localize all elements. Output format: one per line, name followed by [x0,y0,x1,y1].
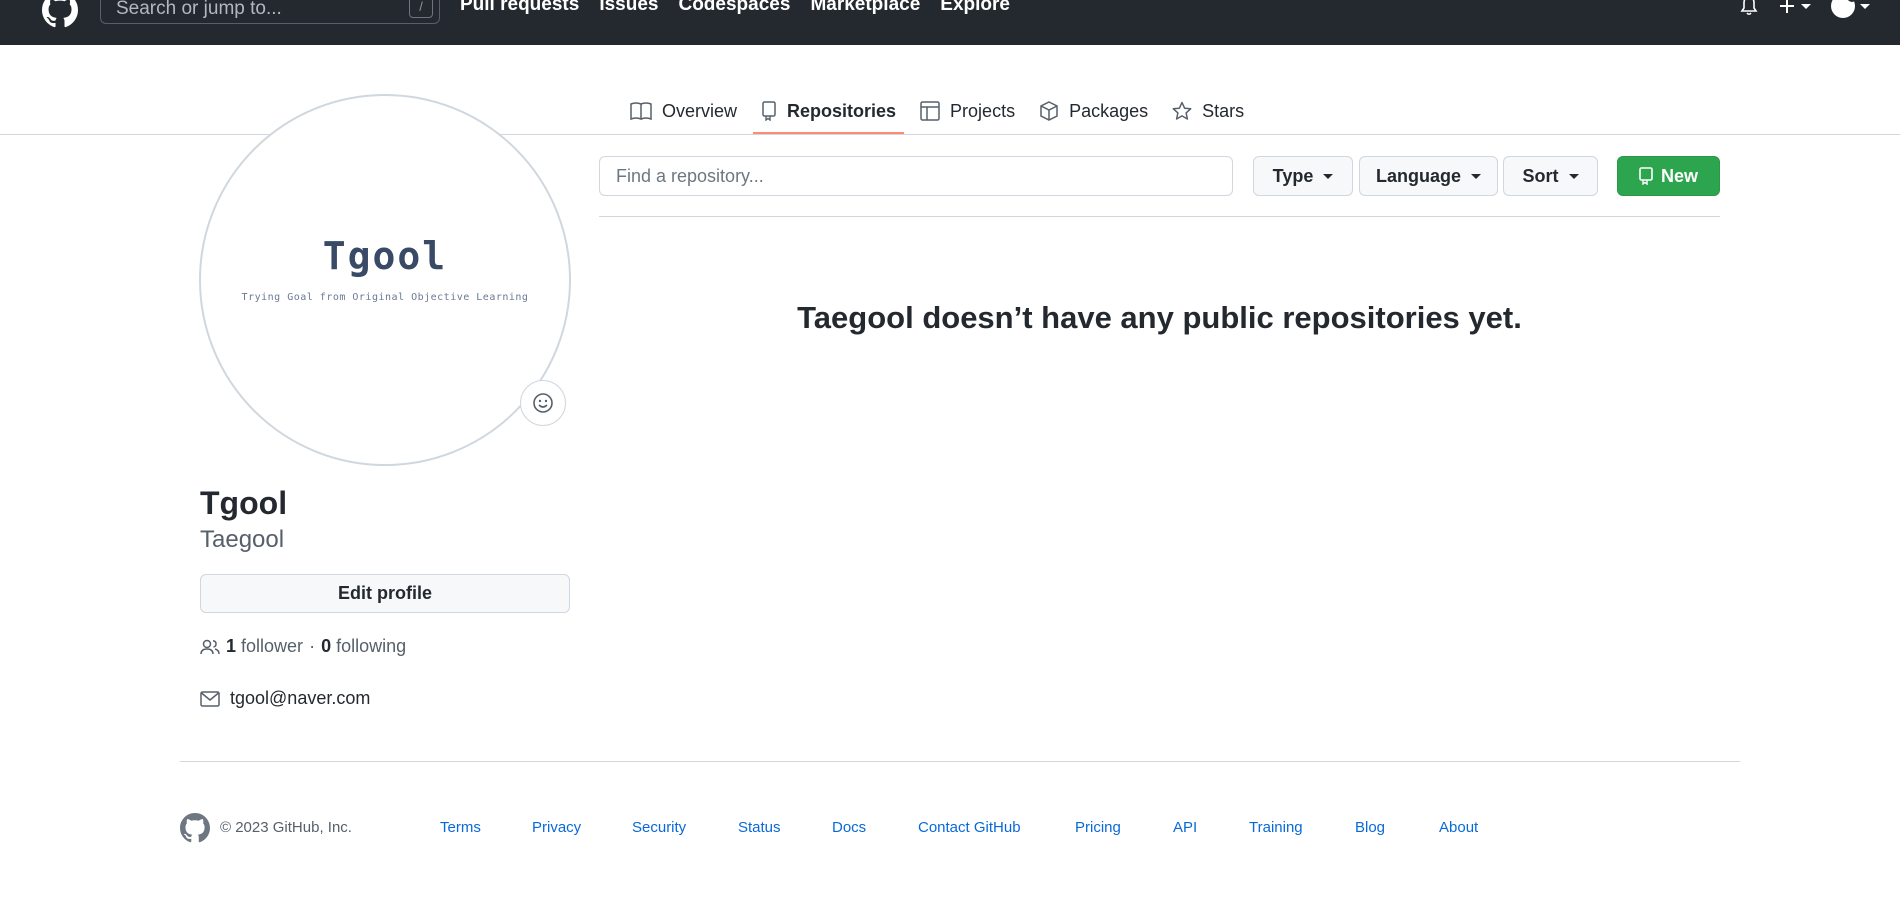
footer-link-security[interactable]: Security [632,819,686,836]
sort-dropdown[interactable]: Sort [1503,156,1598,196]
follow-separator: · [309,636,316,656]
footer-link-privacy[interactable]: Privacy [532,819,581,836]
chevron-down-icon [1568,173,1579,179]
following-label: following [336,636,407,656]
following-link[interactable]: 0 following [321,636,406,657]
tab-stars[interactable]: Stars [1162,88,1254,134]
type-label: Type [1272,165,1314,186]
sort-label: Sort [1522,165,1559,186]
nav-codespaces[interactable]: Codespaces [678,0,790,20]
nav-issues[interactable]: Issues [599,0,658,20]
tab-projects[interactable]: Projects [910,88,1025,134]
language-label: Language [1375,165,1461,186]
plus-icon [1780,0,1794,13]
create-new-menu[interactable] [1778,0,1811,15]
slash-key-hint: / [409,0,433,18]
tab-label: Packages [1069,100,1149,121]
chevron-down-icon [1471,173,1481,179]
smiley-icon [533,393,553,413]
header-nav: Pull requests Issues Codespaces Marketpl… [460,0,1010,20]
table-icon [920,101,940,121]
star-icon [1172,101,1192,120]
user-menu[interactable] [1831,0,1870,18]
footer-link-pricing[interactable]: Pricing [1075,819,1121,836]
nav-marketplace[interactable]: Marketplace [810,0,920,20]
global-header: / Pull requests Issues Codespaces Market… [0,0,1900,45]
tab-label: Stars [1202,100,1245,121]
followers-link[interactable]: 1 follower [226,636,303,657]
footer-divider [180,761,1740,762]
tab-repositories[interactable]: Repositories [751,88,906,134]
set-status-button[interactable] [520,380,566,426]
language-dropdown[interactable]: Language [1359,156,1498,196]
footer-link-docs[interactable]: Docs [832,819,866,836]
profile-email: tgool@naver.com [200,688,370,709]
nav-pull-requests[interactable]: Pull requests [460,0,579,20]
notification-dot [1847,0,1857,2]
repo-icon [1639,167,1653,185]
book-icon [630,102,652,121]
tab-packages[interactable]: Packages [1029,88,1158,134]
footer-link-api[interactable]: API [1173,819,1197,836]
new-label: New [1660,165,1698,186]
followers-label: follower [241,636,304,656]
profile-name: Tgool [200,485,288,521]
package-icon [1040,101,1058,121]
tab-label: Overview [662,100,738,121]
global-search[interactable]: / [100,0,440,24]
avatar-title: Tgool [322,233,448,278]
footer-link-status[interactable]: Status [738,819,781,836]
footer-link-contact-github[interactable]: Contact GitHub [918,819,1021,836]
tab-overview[interactable]: Overview [620,88,747,134]
repo-icon [762,101,776,121]
footer-link-terms[interactable]: Terms [440,819,481,836]
header-actions [1740,0,1870,18]
bell-icon[interactable] [1740,0,1758,16]
profile-login: Taegool [200,526,285,553]
profile-tabs: Overview Repositories Projects Packages … [620,88,1254,134]
search-input[interactable] [101,0,439,23]
type-dropdown[interactable]: Type [1253,156,1353,196]
chevron-down-icon [1323,173,1334,179]
avatar-subtitle: Trying Goal from Original Objective Lear… [241,291,529,303]
mail-icon [200,690,220,707]
tab-label: Repositories [787,100,897,121]
follow-stats: 1 follower · 0 following [200,636,406,657]
footer-links: Terms Privacy Security Status Docs Conta… [0,819,1900,839]
empty-repositories-message: Taegool doesn’t have any public reposito… [797,300,1522,335]
avatar [1831,0,1857,18]
footer-link-blog[interactable]: Blog [1355,819,1385,836]
tab-label: Projects [950,100,1016,121]
footer-link-training[interactable]: Training [1249,819,1303,836]
new-repository-button[interactable]: New [1617,156,1720,196]
nav-explore[interactable]: Explore [940,0,1010,20]
people-icon [200,639,220,654]
followers-count: 1 [226,636,237,656]
following-count: 0 [321,636,332,656]
github-logo-icon[interactable] [38,0,82,28]
edit-profile-button[interactable]: Edit profile [200,574,570,613]
profile-avatar[interactable]: Tgool Trying Goal from Original Objectiv… [199,94,571,466]
chevron-down-icon [1801,3,1811,9]
footer-link-about[interactable]: About [1439,819,1478,836]
find-repository-input[interactable] [600,157,1232,195]
find-repository[interactable] [599,156,1233,196]
toolbar-divider [599,216,1720,217]
chevron-down-icon [1860,3,1870,9]
email-link[interactable]: tgool@naver.com [230,688,370,709]
